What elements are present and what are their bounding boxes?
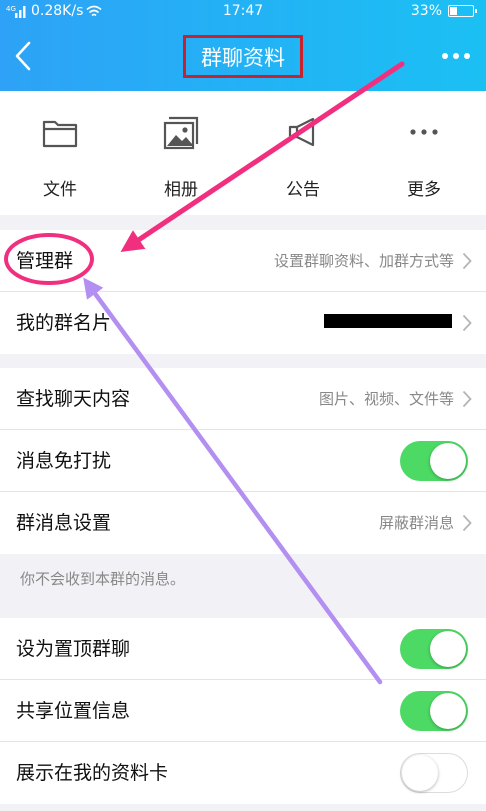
- row-label: 查找聊天内容: [16, 388, 131, 410]
- quick-action-files[interactable]: 文件: [0, 91, 120, 215]
- toggle-knob: [402, 755, 438, 791]
- more-dot-icon: [442, 53, 448, 59]
- chevron-right-icon: [462, 390, 472, 408]
- quick-action-label: 文件: [43, 180, 77, 200]
- quick-actions: 文件 相册 公告 更多: [0, 91, 486, 215]
- row-label: 我的群名片: [16, 312, 112, 334]
- more-dot-icon: [453, 53, 459, 59]
- quick-action-more[interactable]: 更多: [364, 91, 484, 215]
- pin-to-top-row: 设为置顶群聊: [0, 618, 486, 680]
- battery-fill: [450, 7, 458, 15]
- back-chevron-icon: [15, 41, 31, 71]
- row-label: 共享位置信息: [16, 700, 131, 722]
- battery-percent: 33%: [410, 3, 442, 19]
- chevron-right-icon: [462, 514, 472, 532]
- redacted-nickname: [324, 314, 452, 328]
- status-bar: 4G 0.28K/s 17:47 33%: [0, 0, 486, 24]
- folder-icon: [42, 120, 78, 148]
- pin-settings-section: 设为置顶群聊 共享位置信息 展示在我的资料卡: [0, 618, 486, 804]
- quick-action-label: 相册: [164, 180, 198, 200]
- row-label: 管理群: [16, 250, 74, 272]
- battery-icon: [448, 5, 477, 17]
- row-value: 图片、视频、文件等: [318, 390, 454, 408]
- share-location-row: 共享位置信息: [0, 680, 486, 742]
- row-value: 设置群聊资料、加群方式等: [273, 252, 454, 270]
- page-title: 群聊资料: [183, 35, 303, 78]
- row-label: 展示在我的资料卡: [16, 762, 169, 784]
- title-bar: 4G 0.28K/s 17:47 33% 群聊资料: [0, 0, 486, 91]
- pin-to-top-toggle[interactable]: [400, 629, 468, 669]
- row-value: 屏蔽群消息: [378, 514, 454, 532]
- photo-album-icon: [163, 116, 199, 150]
- status-right: 33%: [410, 3, 477, 19]
- more-dot-icon: [464, 53, 470, 59]
- do-not-disturb-row: 消息免打扰: [0, 430, 486, 492]
- row-label: 消息免打扰: [16, 450, 112, 472]
- back-button[interactable]: [6, 36, 40, 76]
- toggle-knob: [430, 693, 466, 729]
- show-on-profile-row: 展示在我的资料卡: [0, 742, 486, 804]
- my-group-card-row[interactable]: 我的群名片: [0, 292, 486, 354]
- quick-action-announcement[interactable]: 公告: [243, 91, 363, 215]
- chat-settings-section: 查找聊天内容 图片、视频、文件等 消息免打扰 群消息设置 屏蔽群消息: [0, 368, 486, 554]
- group-info-section: 管理群 设置群聊资料、加群方式等 我的群名片: [0, 230, 486, 354]
- quick-action-label: 公告: [286, 180, 320, 200]
- manage-group-row[interactable]: 管理群 设置群聊资料、加群方式等: [0, 230, 486, 292]
- row-label: 群消息设置: [16, 512, 112, 534]
- search-chat-row[interactable]: 查找聊天内容 图片、视频、文件等: [0, 368, 486, 430]
- toggle-knob: [430, 443, 466, 479]
- page-title-text: 群聊资料: [201, 45, 285, 70]
- chevron-right-icon: [462, 314, 472, 332]
- chevron-right-icon: [462, 252, 472, 270]
- toggle-knob: [430, 631, 466, 667]
- show-on-profile-toggle[interactable]: [400, 753, 468, 793]
- more-dots-icon: [410, 129, 438, 135]
- share-location-toggle[interactable]: [400, 691, 468, 731]
- quick-action-album[interactable]: 相册: [121, 91, 241, 215]
- do-not-disturb-toggle[interactable]: [400, 441, 468, 481]
- row-label: 设为置顶群聊: [16, 638, 131, 660]
- message-setting-note: 你不会收到本群的消息。: [20, 570, 186, 588]
- quick-action-label: 更多: [407, 180, 441, 200]
- announcement-icon: [288, 117, 315, 147]
- more-menu-button[interactable]: [438, 44, 474, 68]
- group-message-settings-row[interactable]: 群消息设置 屏蔽群消息: [0, 492, 486, 554]
